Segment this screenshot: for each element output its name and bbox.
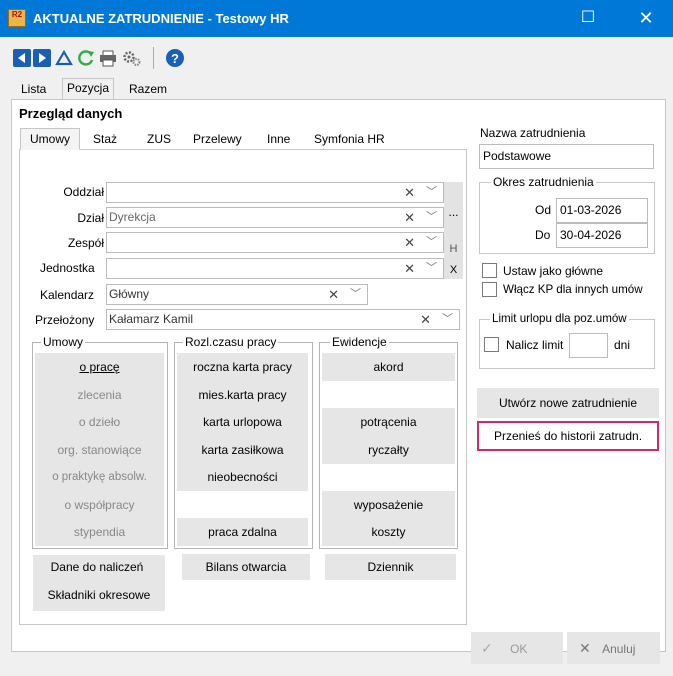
limit-group-title: Limit urlopu dla poz.umów — [490, 312, 629, 325]
wlacz-checkbox[interactable] — [482, 282, 497, 297]
umowy-o-dzielo-button[interactable]: o dzieło — [35, 408, 164, 436]
ewidencje-group-title: Ewidencje — [330, 335, 389, 349]
dziennik-button[interactable]: Dziennik — [325, 554, 456, 580]
jednostka-label: Jednostka — [40, 261, 95, 275]
subtab-umowy[interactable]: Umowy — [20, 128, 80, 150]
przelozony-combo[interactable]: Kałamarz Kamil ✕ ﹀ — [106, 309, 460, 330]
x-button[interactable]: X — [444, 264, 463, 276]
utworz-button[interactable]: Utwórz nowe zatrudnienie — [477, 388, 659, 418]
mies-karta-button[interactable]: mies.karta pracy — [177, 381, 308, 409]
oddzial-label: Oddział — [63, 185, 104, 199]
dzial-combo[interactable]: Dyrekcja ✕ ﹀ — [106, 207, 444, 228]
roczna-karta-button[interactable]: roczna karta pracy — [177, 353, 308, 381]
skladniki-okresowe-button[interactable]: Składniki okresowe — [33, 588, 165, 602]
clear-icon[interactable]: ✕ — [404, 259, 415, 278]
chevron-down-icon[interactable]: ﹀ — [442, 310, 453, 329]
umowy-o-prace-button[interactable]: o pracę — [35, 353, 164, 381]
od-label: Od — [535, 203, 552, 217]
refresh-icon[interactable] — [77, 49, 95, 67]
zespol-combo[interactable]: ✕ ﹀ — [106, 232, 444, 253]
rozl-group-title: Rozl.czasu pracy — [183, 335, 279, 349]
wyposazenie-button[interactable]: wyposażenie — [322, 491, 455, 519]
h-button[interactable]: H — [444, 243, 463, 255]
window-title: AKTUALNE ZATRUDNIENIE - Testowy HR — [33, 11, 289, 26]
od-date-field[interactable]: 01-03-2026 — [556, 198, 648, 223]
close-icon[interactable]: ✕ — [636, 8, 656, 28]
przenies-button[interactable]: Przenieś do historii zatrudn. — [477, 421, 659, 451]
nazwa-label: Nazwa zatrudnienia — [480, 126, 586, 140]
ryczalty-button[interactable]: ryczałty — [322, 436, 455, 464]
chevron-down-icon[interactable]: ﹀ — [426, 208, 437, 227]
more-button[interactable]: ... — [444, 205, 463, 219]
kalendarz-combo[interactable]: Główny ✕ ﹀ — [106, 284, 368, 305]
do-label: Do — [535, 228, 551, 242]
toolbar-divider — [153, 47, 154, 69]
cancel-icon: ✕ — [579, 640, 591, 656]
koszty-button[interactable]: koszty — [322, 518, 455, 546]
umowy-group-title: Umowy — [41, 335, 86, 349]
subtab-zus[interactable]: ZUS — [147, 132, 171, 146]
nieobecnosci-button[interactable]: nieobecności — [177, 463, 308, 491]
przelozony-label: Przełożony — [35, 313, 95, 327]
jednostka-combo[interactable]: ✕ ﹀ — [106, 258, 444, 279]
umowy-zlecenia-button[interactable]: zlecenia — [35, 381, 164, 409]
wlacz-label: Włącz KP dla innych umów — [503, 283, 643, 296]
nazwa-field[interactable]: Podstawowe — [479, 144, 654, 169]
clear-icon[interactable]: ✕ — [404, 233, 415, 252]
karta-urlopowa-button[interactable]: karta urlopowa — [177, 408, 308, 436]
settings-icon[interactable] — [122, 49, 141, 67]
svg-text:?: ? — [171, 51, 179, 66]
chevron-down-icon[interactable]: ﹀ — [350, 285, 361, 304]
title-bar: R2 AKTUALNE ZATRUDNIENIE - Testowy HR ☐ … — [0, 0, 673, 37]
check-icon: ✓ — [481, 640, 493, 656]
subtab-inne[interactable]: Inne — [267, 132, 290, 146]
kalendarz-label: Kalendarz — [40, 288, 95, 302]
nalicz-label: Nalicz limit — [506, 338, 564, 352]
tab-pozycja[interactable]: Pozycja — [62, 78, 115, 100]
okres-group-title: Okres zatrudnienia — [491, 175, 596, 189]
dzial-label: Dział — [77, 211, 104, 225]
prev-icon[interactable] — [13, 49, 31, 67]
maximize-icon[interactable]: ☐ — [578, 8, 598, 28]
chevron-down-icon[interactable]: ﹀ — [426, 183, 437, 202]
chevron-down-icon[interactable]: ﹀ — [426, 259, 437, 278]
nalicz-checkbox[interactable] — [484, 337, 499, 352]
umowy-org-stanowiace-button[interactable]: org. stanowiące — [35, 436, 164, 464]
subtab-przelewy[interactable]: Przelewy — [193, 132, 242, 146]
ustaw-label: Ustaw jako główne — [503, 264, 604, 278]
akord-button[interactable]: akord — [322, 353, 455, 381]
section-title: Przegląd danych — [19, 106, 123, 121]
umowy-stypendia-button[interactable]: stypendia — [35, 518, 164, 546]
subtab-symfonia-hr[interactable]: Symfonia HR — [314, 132, 385, 146]
dane-do-naliczen-button[interactable]: Dane do naliczeń — [33, 560, 161, 574]
umowy-praktyke-button[interactable]: o praktykę absolw. — [35, 463, 164, 491]
dni-label: dni — [614, 338, 631, 352]
tab-lista[interactable]: Lista — [16, 79, 51, 99]
tab-razem[interactable]: Razem — [124, 79, 172, 99]
clear-icon[interactable]: ✕ — [328, 285, 339, 304]
clear-icon[interactable]: ✕ — [404, 208, 415, 227]
limit-days-field[interactable] — [569, 333, 608, 358]
oddzial-combo[interactable]: ✕ ﹀ — [106, 182, 444, 203]
triangle-icon[interactable] — [55, 49, 73, 67]
bilans-otwarcia-button[interactable]: Bilans otwarcia — [182, 554, 310, 580]
do-date-field[interactable]: 30-04-2026 — [556, 223, 648, 248]
app-logo: R2 — [8, 9, 26, 27]
umowy-wspolpracy-button[interactable]: o współpracy — [35, 491, 164, 519]
print-icon[interactable] — [99, 49, 117, 67]
clear-icon[interactable]: ✕ — [404, 183, 415, 202]
ok-button[interactable]: ✓ OK — [471, 632, 563, 664]
subtab-staz[interactable]: Staż — [93, 132, 117, 146]
ustaw-checkbox[interactable] — [482, 263, 497, 278]
clear-icon[interactable]: ✕ — [420, 310, 431, 329]
zespol-label: Zespół — [67, 236, 104, 250]
chevron-down-icon[interactable]: ﹀ — [426, 233, 437, 252]
praca-zdalna-button[interactable]: praca zdalna — [177, 518, 308, 546]
karta-zasilkowa-button[interactable]: karta zasiłkowa — [177, 436, 308, 464]
potracenia-button[interactable]: potrącenia — [322, 408, 455, 436]
help-icon[interactable]: ? — [166, 49, 184, 67]
anuluj-button[interactable]: ✕ Anuluj — [567, 632, 660, 664]
next-icon[interactable] — [33, 49, 51, 67]
